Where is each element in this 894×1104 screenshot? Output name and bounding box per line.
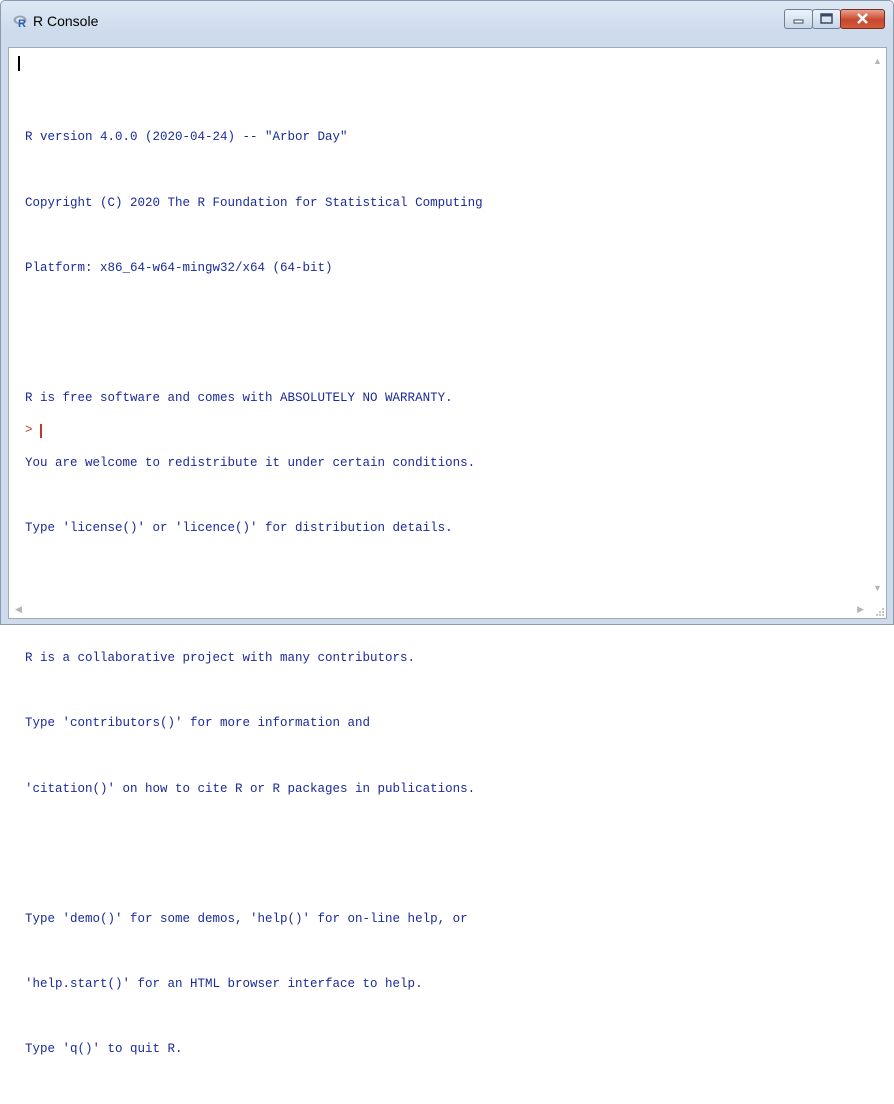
input-cursor[interactable]: [40, 424, 42, 438]
console-line: R version 4.0.0 (2020-04-24) -- "Arbor D…: [25, 130, 348, 145]
window-title: R Console: [33, 13, 99, 29]
scroll-up-icon[interactable]: ▲: [873, 56, 882, 66]
console-line: You are welcome to redistribute it under…: [25, 455, 476, 470]
r-console-window: R R Console R version 4.0.0 (2020-04-24)…: [0, 0, 894, 1056]
minimize-icon: [793, 19, 804, 24]
scroll-right-icon[interactable]: ▶: [857, 604, 864, 615]
prompt-symbol: >: [25, 423, 33, 437]
close-button[interactable]: [840, 9, 885, 29]
scroll-down-icon[interactable]: ▼: [873, 583, 882, 593]
svg-text:R: R: [18, 18, 26, 28]
scroll-left-icon[interactable]: ◀: [15, 604, 22, 615]
maximize-icon: [820, 13, 833, 24]
maximize-button[interactable]: [812, 9, 841, 29]
console-line: Type 'demo()' for some demos, 'help()' f…: [25, 911, 468, 926]
console-line: Type 'license()' or 'licence()' for dist…: [25, 521, 453, 536]
console-line: Type 'contributors()' for more informati…: [25, 716, 371, 731]
console-line: 'citation()' on how to cite R or R packa…: [25, 781, 476, 796]
text-caret: [18, 56, 20, 71]
console-line: Copyright (C) 2020 The R Foundation for …: [25, 195, 483, 210]
console-line: Platform: x86_64-w64-mingw32/x64 (64-bit…: [25, 260, 333, 275]
title-bar[interactable]: R R Console: [1, 1, 893, 41]
resize-grip-icon[interactable]: [873, 605, 885, 617]
console-line: Type 'q()' to quit R.: [25, 1041, 183, 1056]
console-line: R is a collaborative project with many c…: [25, 651, 416, 666]
console-output: R version 4.0.0 (2020-04-24) -- "Arbor D…: [25, 84, 483, 1104]
close-icon: [857, 13, 868, 24]
minimize-button[interactable]: [784, 9, 813, 29]
console-line: R is free software and comes with ABSOLU…: [25, 390, 453, 405]
r-logo-icon: R: [13, 15, 27, 28]
vertical-scrollbar[interactable]: ▲ ▼: [869, 48, 886, 601]
console-line: 'help.start()' for an HTML browser inter…: [25, 976, 423, 991]
console-area[interactable]: R version 4.0.0 (2020-04-24) -- "Arbor D…: [8, 47, 887, 1056]
window-controls: [784, 9, 885, 29]
horizontal-scrollbar[interactable]: ◀ ▶: [9, 601, 886, 618]
